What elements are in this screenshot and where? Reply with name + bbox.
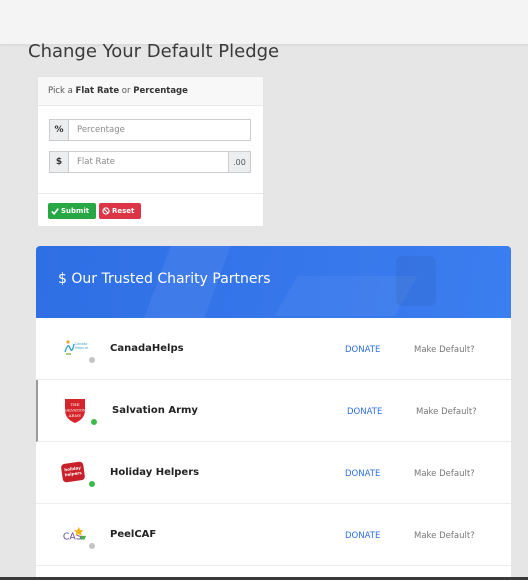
- canadahelps-logo: Canada Helps.org: [64, 340, 88, 355]
- charity-name: Holiday Helpers: [110, 467, 200, 478]
- heading-percentage: Percentage: [133, 86, 188, 96]
- make-default-link[interactable]: Make Default?: [414, 469, 475, 479]
- charity-row-holiday-helpers: holiday helpers Holiday Helpers DONATE M…: [36, 442, 511, 504]
- charity-name: Salvation Army: [112, 405, 198, 416]
- flat-rate-input[interactable]: [69, 151, 229, 173]
- cents-suffix: .00: [229, 151, 251, 173]
- heading-flat-rate: Flat Rate: [75, 86, 120, 96]
- make-default-link[interactable]: Make Default?: [416, 407, 477, 417]
- flat-rate-input-group: $ .00: [49, 151, 251, 173]
- charity-row-peelcaf: CAS PeelCAF DONATE Make Default?: [36, 504, 511, 566]
- pledge-form-card: Pick a Flat Rate or Percentage % $ .00 S…: [37, 76, 264, 227]
- donate-link[interactable]: DONATE: [345, 531, 380, 541]
- status-indicator-active: [88, 480, 96, 488]
- reset-label: Reset: [112, 207, 135, 215]
- pledge-form-heading: Pick a Flat Rate or Percentage: [38, 77, 263, 106]
- submit-label: Submit: [61, 207, 90, 215]
- svg-text:SALVATION: SALVATION: [64, 409, 86, 413]
- charity-list: Canada Helps.org CanadaHelps DONATE Make…: [36, 318, 511, 566]
- dollar-addon: $: [49, 151, 69, 173]
- charity-row-canadahelps: Canada Helps.org CanadaHelps DONATE Make…: [36, 318, 511, 380]
- holiday-helpers-logo: holiday helpers: [61, 461, 85, 483]
- percent-addon: %: [49, 119, 69, 141]
- charity-row-salvation-army: THE SALVATION ARMY Salvation Army DONATE…: [36, 380, 511, 442]
- svg-text:Helps.org: Helps.org: [75, 346, 88, 350]
- top-navbar: [0, 0, 528, 45]
- make-default-link[interactable]: Make Default?: [414, 345, 475, 355]
- donate-link[interactable]: DONATE: [345, 345, 380, 355]
- heading-text: Pick a: [48, 86, 76, 96]
- svg-text:ARMY: ARMY: [68, 413, 82, 418]
- submit-button[interactable]: Submit: [48, 203, 96, 219]
- salvation-army-shield-logo: THE SALVATION ARMY: [64, 399, 86, 423]
- check-icon: [51, 208, 59, 215]
- cas-logo: CAS: [63, 526, 87, 543]
- charity-panel-header: $ Our Trusted Charity Partners: [36, 246, 511, 318]
- reset-button[interactable]: Reset: [99, 203, 141, 219]
- percentage-input[interactable]: [69, 119, 251, 141]
- charity-partners-panel: $ Our Trusted Charity Partners Canada He…: [36, 246, 511, 580]
- svg-text:THE: THE: [70, 402, 79, 407]
- donate-link[interactable]: DONATE: [345, 469, 380, 479]
- status-indicator-inactive: [88, 542, 96, 550]
- charity-name: CanadaHelps: [110, 343, 184, 354]
- charity-panel-title: $ Our Trusted Charity Partners: [58, 271, 271, 287]
- make-default-link[interactable]: Make Default?: [414, 531, 475, 541]
- charity-name: PeelCAF: [110, 529, 157, 540]
- heading-or: or: [119, 86, 134, 96]
- status-indicator-active: [90, 418, 98, 426]
- ban-icon: [102, 207, 110, 215]
- pledge-form-footer: Submit Reset: [38, 193, 263, 226]
- percentage-input-group: %: [49, 119, 251, 141]
- donate-link[interactable]: DONATE: [347, 407, 382, 417]
- page-title: Change Your Default Pledge: [28, 41, 280, 62]
- status-indicator-inactive: [88, 356, 96, 364]
